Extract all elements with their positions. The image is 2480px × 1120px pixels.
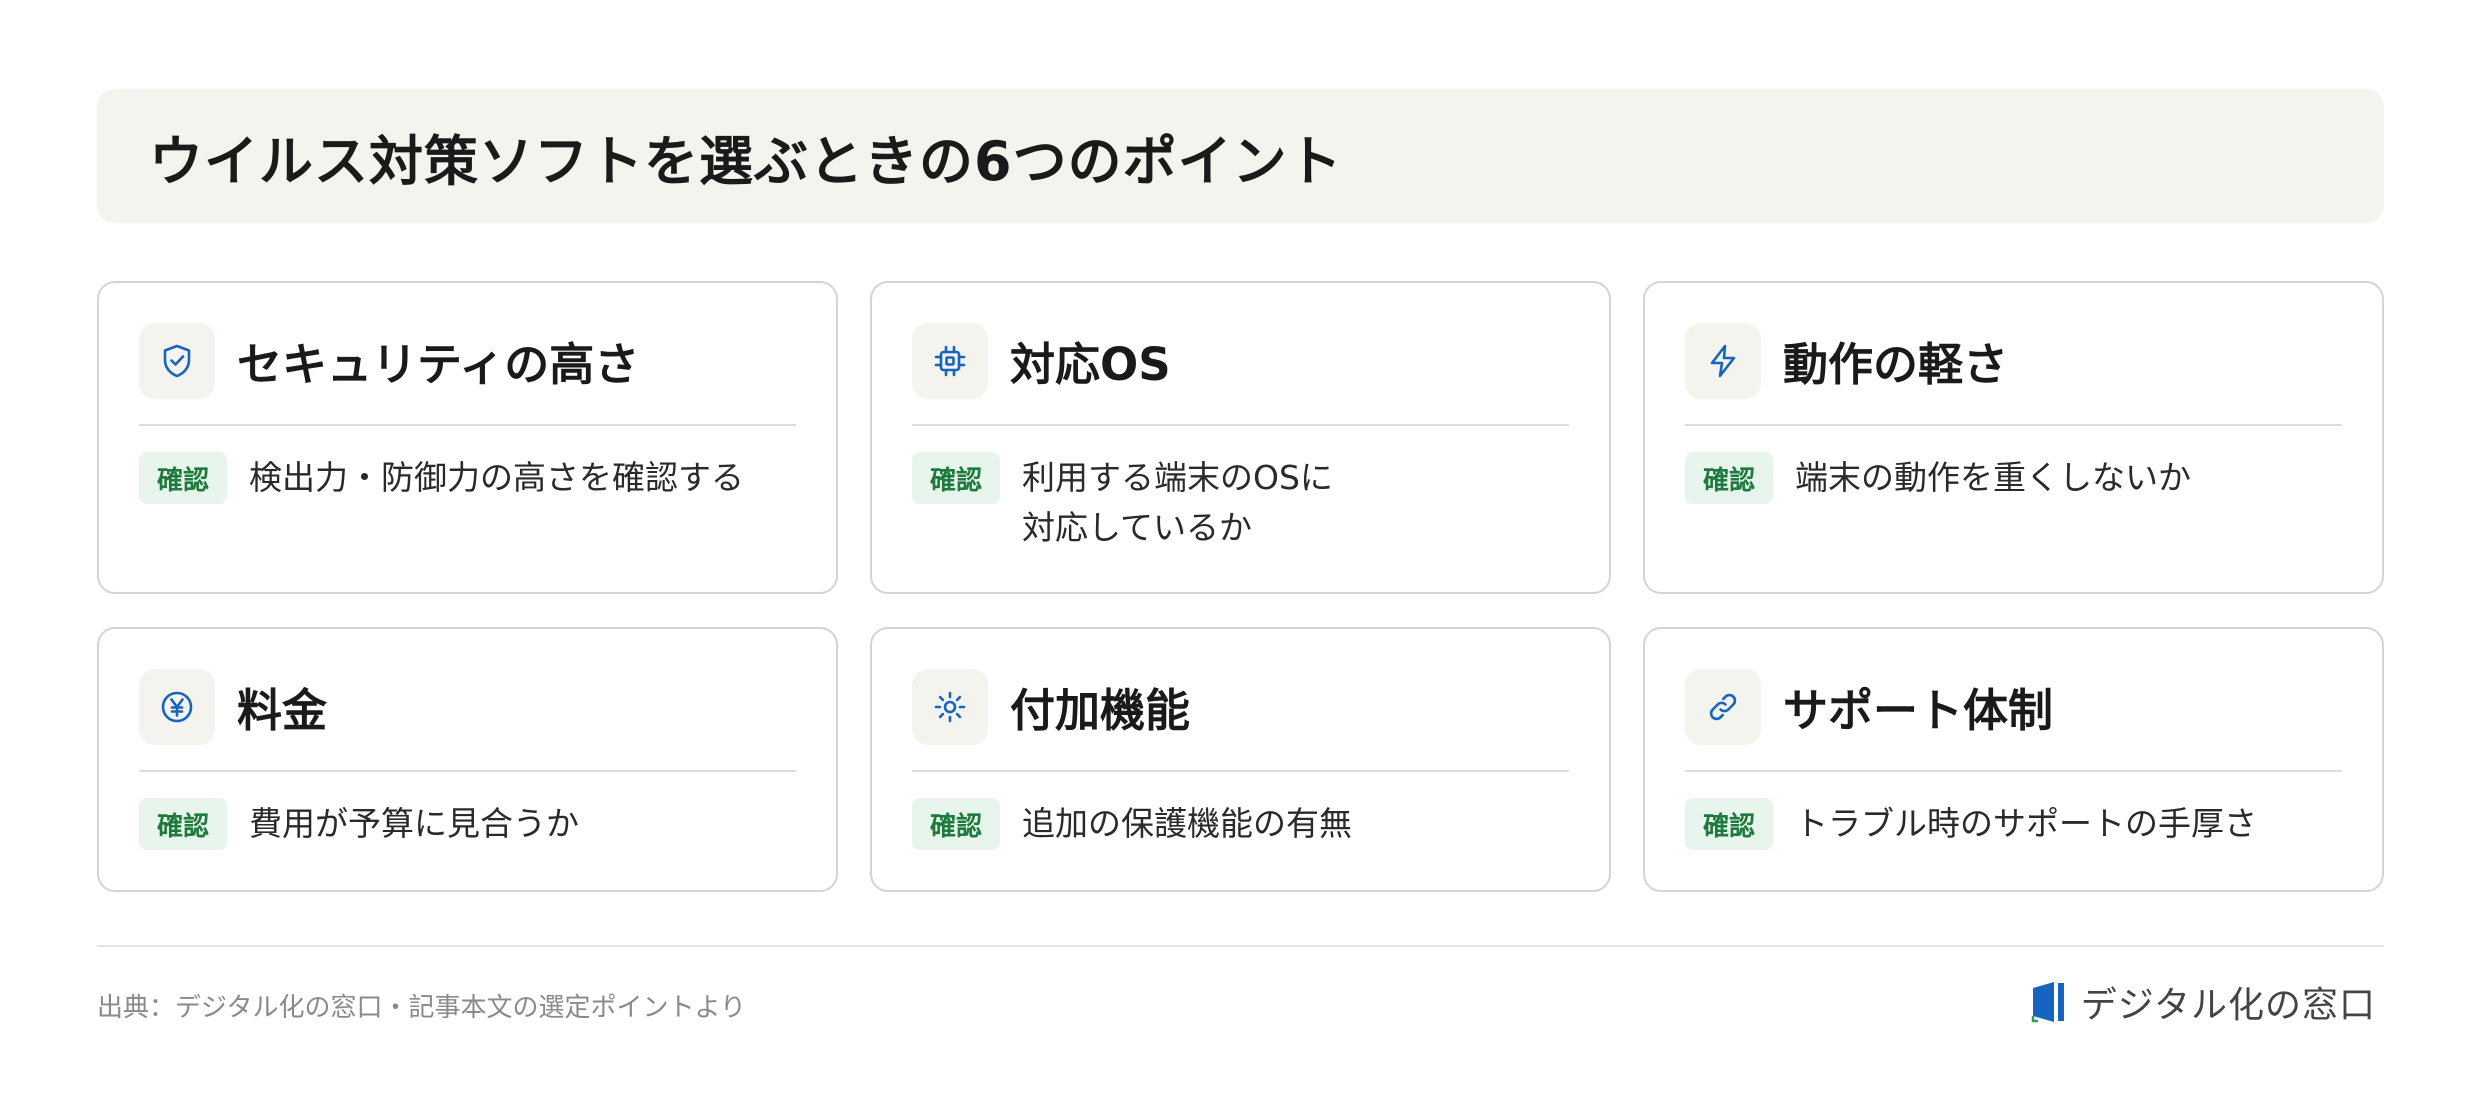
brand-logo: デジタル化の窓口 xyxy=(2029,976,2376,1028)
description-line: トラブル時のサポートの手厚さ xyxy=(1795,804,2257,843)
description-line: 追加の保護機能の有無 xyxy=(1022,804,1352,843)
card-description: 利用する端末のOSに 対応しているか xyxy=(1022,453,1333,553)
check-badge: 確認 xyxy=(139,452,227,504)
card-header: 対応OS xyxy=(912,322,1569,426)
card-header: サポート体制 xyxy=(1685,668,2342,772)
description-line: 利用する端末のOSに xyxy=(1022,458,1333,497)
card-body: 確認 検出力・防御力の高さを確認する xyxy=(139,452,796,504)
card-description: 追加の保護機能の有無 xyxy=(1022,799,1352,849)
check-badge: 確認 xyxy=(139,798,227,850)
header-banner: ウイルス対策ソフトを選ぶときの6つのポイント xyxy=(97,89,2384,223)
shield-check-icon xyxy=(139,322,215,399)
point-card-os: 対応OS 確認 利用する端末のOSに 対応しているか xyxy=(870,281,1611,594)
infographic-page: ウイルス対策ソフトを選ぶときの6つのポイント セキュリティの高さ 確認 検出力・… xyxy=(0,0,2480,1120)
description-line: 費用が予算に見合うか xyxy=(249,804,579,843)
card-title: 付加機能 xyxy=(1010,684,1191,737)
link-icon xyxy=(1685,668,1761,745)
card-body: 確認 トラブル時のサポートの手厚さ xyxy=(1685,798,2342,850)
window-logo-icon xyxy=(2031,982,2064,1023)
card-description: 検出力・防御力の高さを確認する xyxy=(249,453,744,503)
card-title: 対応OS xyxy=(1010,338,1171,391)
footer-divider xyxy=(97,945,2384,947)
point-card-performance: 動作の軽さ 確認 端末の動作を重くしないか xyxy=(1643,281,2384,594)
check-badge: 確認 xyxy=(1685,452,1773,504)
source-note: 出典：デジタル化の窓口・記事本文の選定ポイントより xyxy=(97,993,746,1023)
card-description: 端末の動作を重くしないか xyxy=(1795,453,2191,503)
card-title: セキュリティの高さ xyxy=(237,338,640,391)
card-body: 確認 利用する端末のOSに 対応しているか xyxy=(912,452,1569,553)
sun-icon xyxy=(912,668,988,745)
card-title: サポート体制 xyxy=(1783,684,2054,737)
point-card-support: サポート体制 確認 トラブル時のサポートの手厚さ xyxy=(1643,627,2384,892)
page-title: ウイルス対策ソフトを選ぶときの6つのポイント xyxy=(149,129,1343,193)
card-header: セキュリティの高さ xyxy=(139,322,796,426)
check-badge: 確認 xyxy=(1685,798,1773,850)
point-card-price: 料金 確認 費用が予算に見合うか xyxy=(97,627,838,892)
card-header: 料金 xyxy=(139,668,796,772)
description-line: 対応しているか xyxy=(1022,508,1253,547)
card-title: 動作の軽さ xyxy=(1783,338,2009,391)
chip-icon xyxy=(912,322,988,399)
point-card-security: セキュリティの高さ 確認 検出力・防御力の高さを確認する xyxy=(97,281,838,594)
card-body: 確認 追加の保護機能の有無 xyxy=(912,798,1569,850)
brand-name: デジタル化の窓口 xyxy=(2080,985,2376,1026)
lightning-icon xyxy=(1685,322,1761,399)
card-title: 料金 xyxy=(237,684,328,737)
description-line: 検出力・防御力の高さを確認する xyxy=(249,458,744,497)
check-badge: 確認 xyxy=(912,452,1000,504)
yen-coin-icon xyxy=(139,668,215,745)
check-badge: 確認 xyxy=(912,798,1000,850)
card-body: 確認 端末の動作を重くしないか xyxy=(1685,452,2342,504)
card-description: トラブル時のサポートの手厚さ xyxy=(1795,799,2257,849)
card-header: 動作の軽さ xyxy=(1685,322,2342,426)
card-description: 費用が予算に見合うか xyxy=(249,799,579,849)
description-line: 端末の動作を重くしないか xyxy=(1795,458,2191,497)
card-header: 付加機能 xyxy=(912,668,1569,772)
card-body: 確認 費用が予算に見合うか xyxy=(139,798,796,850)
points-grid: セキュリティの高さ 確認 検出力・防御力の高さを確認する 対応OS 確認 利用す… xyxy=(97,281,2384,892)
point-card-extra-features: 付加機能 確認 追加の保護機能の有無 xyxy=(870,627,1611,892)
